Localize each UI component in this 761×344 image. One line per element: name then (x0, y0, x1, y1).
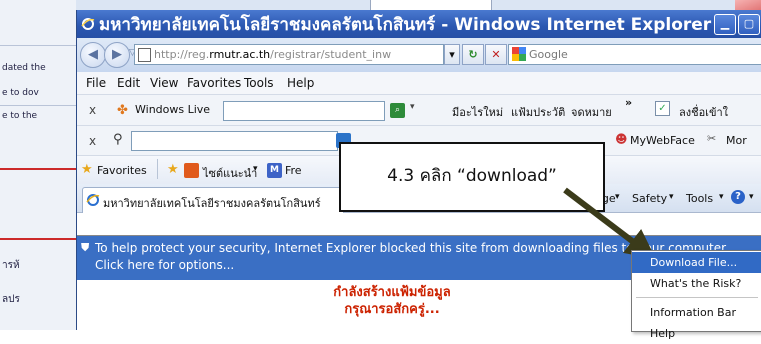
favorites-button[interactable]: Favorites (97, 164, 147, 177)
address-dropdown-button[interactable]: ▾ (444, 44, 460, 65)
context-menu: Download File... What's the Risk? Inform… (631, 250, 761, 340)
toolbar-item-whats-new[interactable]: มีอะไรใหม่ (452, 103, 503, 121)
background-fragment: dated the (2, 63, 46, 73)
tab-current[interactable]: มหาวิทยาลัยเทคโนโลยีราชมงคลรัตนโกสินทร์ (82, 187, 344, 213)
background-fragment: e to dov (2, 88, 39, 98)
menu-tools[interactable]: Tools (244, 76, 274, 90)
menu-bar: File Edit View Favorites Tools Help (77, 72, 761, 95)
safety-dropdown-icon[interactable]: ▾ (669, 192, 674, 202)
search-icon[interactable]: ⌕ (390, 103, 405, 118)
url-prefix: http://reg. (154, 48, 210, 61)
tools-menu-button[interactable]: Tools (686, 192, 713, 205)
background-window: dated the e to dov e to the ารห้ ลปร (0, 0, 77, 330)
free-link[interactable]: Fre (285, 164, 302, 177)
search-placeholder: Google (529, 48, 568, 61)
navigation-bar: ◀ ▶ ▽ http://reg.rmutr.ac.th/registrar/s… (77, 38, 761, 72)
ie-logo-icon (81, 18, 95, 30)
tab-title: มหาวิทยาลัยเทคโนโลยีราชมงคลรัตนโกสินทร์ (103, 197, 321, 210)
search-icon[interactable]: ⚲ (113, 132, 123, 147)
help-dropdown-icon[interactable]: ▾ (749, 192, 754, 202)
toolbar-item-mail[interactable]: จดหมาย (571, 103, 612, 121)
free-hotmail-icon: M (267, 163, 282, 178)
menu-edit[interactable]: Edit (117, 76, 140, 90)
suggested-sites-link[interactable]: ไซต์แนะนำ (203, 164, 257, 182)
menu-favorites[interactable]: Favorites (187, 76, 241, 90)
mywebface-icon: ☻ (615, 132, 628, 146)
back-button[interactable]: ◀ (80, 42, 106, 68)
suggested-dropdown-icon[interactable]: ▾ (253, 164, 258, 174)
ie-page-icon (86, 194, 100, 206)
loading-message: กำลังสร้างแฟ้มข้อมูล กรุณารอสักครู่... (257, 284, 527, 318)
toolbar-item-history[interactable]: แฟ้มประวัติ (511, 103, 565, 121)
refresh-button[interactable]: ↻ (462, 44, 484, 65)
help-icon[interactable]: ? (731, 190, 745, 204)
tools-dropdown-icon[interactable]: ▾ (719, 192, 724, 202)
windows-live-search-input[interactable] (223, 101, 385, 121)
close-toolbar-icon[interactable]: x (89, 134, 96, 148)
instruction-callout: 4.3 คลิก “download” (339, 142, 605, 212)
background-fragment: ารห้ (2, 260, 20, 271)
page-icon (138, 48, 151, 62)
search-dropdown-icon[interactable]: ▾ (410, 102, 415, 112)
windows-live-label[interactable]: Windows Live (135, 103, 210, 116)
page-dropdown-icon[interactable]: ▾ (615, 192, 620, 202)
loading-line-2: กรุณารอสักครู่... (344, 302, 440, 317)
menu-separator (636, 297, 758, 298)
stop-button[interactable]: ✕ (485, 44, 507, 65)
menu-item-whats-the-risk[interactable]: What's the Risk? (632, 273, 761, 294)
background-fragment: ลปร (2, 294, 20, 305)
close-toolbar-icon[interactable]: x (89, 103, 96, 117)
google-logo-icon (512, 47, 526, 61)
window-title: มหาวิทยาลัยเทคโนโลยีราชมงคลรัตนโกสินทร์ … (99, 14, 712, 35)
suggested-sites-icon (184, 163, 199, 178)
address-bar[interactable]: http://reg.rmutr.ac.th/registrar/student… (134, 44, 444, 65)
title-bar: มหาวิทยาลัยเทคโนโลยีราชมงคลรัตนโกสินทร์ … (77, 10, 761, 38)
menu-view[interactable]: View (150, 76, 178, 90)
shield-icon: ⛊ (81, 241, 90, 254)
favorites-star-icon: ★ (81, 162, 93, 177)
minimize-button[interactable]: ▁ (714, 14, 736, 35)
search-input[interactable]: Google (508, 44, 761, 65)
url-rest: /registrar/student_inw (270, 48, 392, 61)
loading-line-1: กำลังสร้างแฟ้มข้อมูล (333, 285, 451, 300)
forward-button[interactable]: ▶ (104, 42, 130, 68)
signin-link[interactable]: ลงชื่อเข้าใ (679, 103, 728, 121)
more-icon: ✂ (707, 132, 717, 145)
favorites-divider (157, 159, 158, 179)
maximize-button[interactable]: ▢ (738, 14, 760, 35)
windows-live-toolbar: x ✤ Windows Live ⌕ ▾ มีอะไรใหม่ แฟ้มประว… (77, 95, 761, 126)
menu-help[interactable]: Help (287, 76, 314, 90)
menu-item-download-file[interactable]: Download File... (632, 252, 761, 273)
safety-menu-button[interactable]: Safety (632, 192, 667, 205)
checkbox-icon[interactable]: ✓ (655, 101, 670, 116)
background-fragment: e to the (2, 111, 38, 121)
more-link[interactable]: Mor (726, 134, 747, 147)
toolbar-search-input[interactable] (131, 131, 338, 151)
add-favorite-icon[interactable]: ★ (167, 162, 179, 177)
windows-live-logo-icon: ✤ (117, 103, 128, 118)
toolbar-overflow-icon[interactable]: » (625, 96, 632, 109)
url-host: rmutr.ac.th (209, 48, 271, 61)
menu-item-info-bar-help[interactable]: Information Bar Help (632, 302, 761, 340)
menu-file[interactable]: File (86, 76, 106, 90)
mywebface-link[interactable]: MyWebFace (630, 134, 695, 147)
